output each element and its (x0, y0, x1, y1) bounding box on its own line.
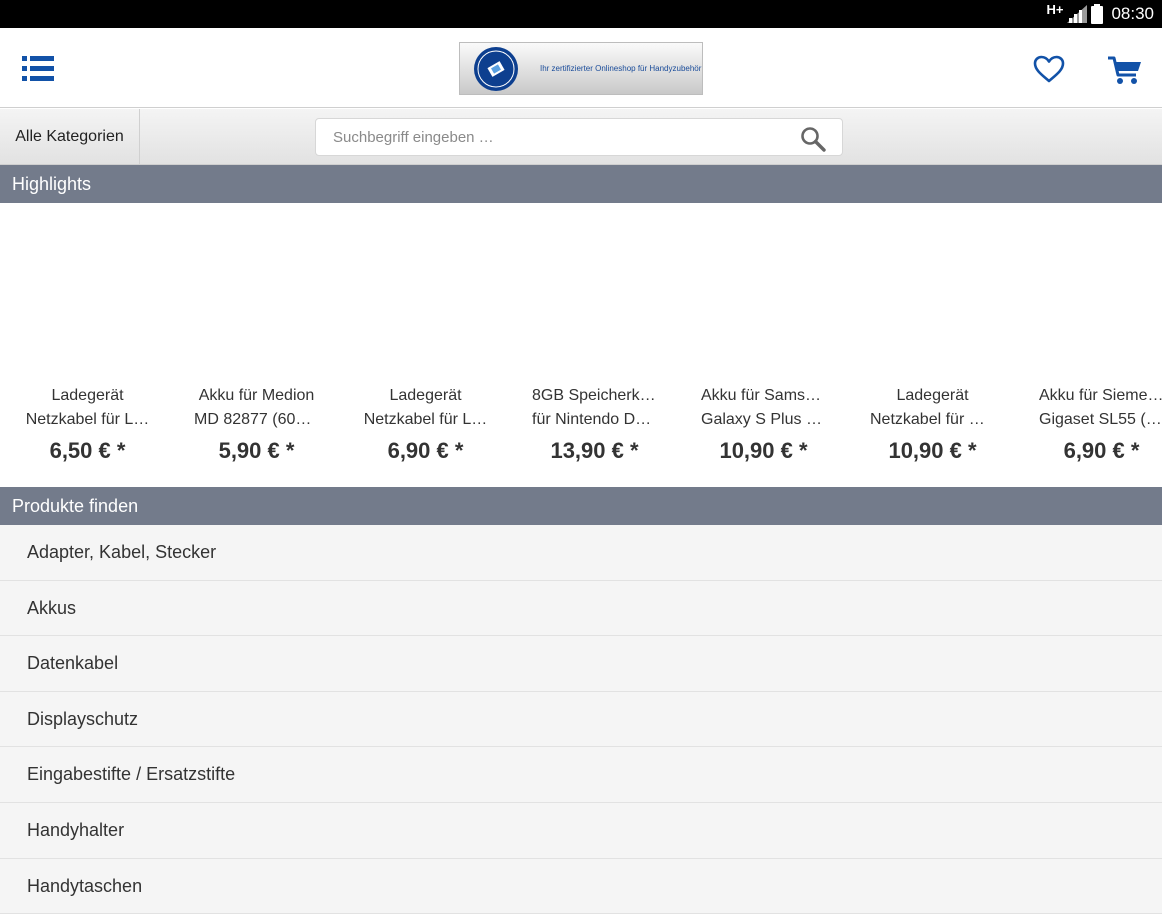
menu-button[interactable] (22, 56, 54, 82)
wishlist-button[interactable] (1032, 54, 1066, 84)
product-card[interactable]: Ladegerät Netzkabel für L… 6,90 € * (341, 203, 510, 487)
search-icon[interactable] (800, 126, 826, 152)
product-price: 10,90 € * (888, 438, 977, 463)
category-item[interactable]: Datenkabel (0, 636, 1162, 692)
category-list: Adapter, Kabel, Stecker Akkus Datenkabel… (0, 525, 1162, 914)
category-item[interactable]: Eingabestifte / Ersatzstifte (0, 747, 1162, 803)
search-input[interactable] (316, 119, 786, 155)
signal-icon (1067, 5, 1088, 23)
category-item[interactable]: Adapter, Kabel, Stecker (0, 525, 1162, 581)
product-title: Ladegerät Netzkabel für So… (870, 387, 1005, 428)
status-bar: H+ 08:30 (0, 0, 1162, 28)
product-card[interactable]: Ladegerät Netzkabel für L… 6,50 € * (3, 203, 172, 487)
logo-tagline: Ihr zertifizierter Onlineshop für Handyz… (540, 64, 703, 73)
shop-logo[interactable]: Ihr zertifizierter Onlineshop für Handyz… (459, 42, 703, 95)
highlights-carousel[interactable]: Ladegerät Netzkabel für L… 6,50 € * Akku… (0, 203, 1162, 487)
heart-icon (1033, 55, 1065, 83)
product-card[interactable]: Akku für Siemens Gigaset SL55 (L… 6,90 €… (1017, 203, 1162, 487)
all-categories-button[interactable]: Alle Kategorien (0, 109, 140, 164)
logo-badge (474, 46, 518, 91)
product-title: Akku für Siemens Gigaset SL55 (L… (1039, 387, 1162, 428)
shopping-cart-icon (1108, 56, 1141, 84)
product-card[interactable]: Akku für Samsung Galaxy S Plus (G… 10,90… (679, 203, 848, 487)
category-item[interactable]: Handytaschen (0, 858, 1162, 914)
product-card[interactable]: Akku für Medion MD 82877 (600… 5,90 € * (172, 203, 341, 487)
product-card[interactable]: 8GB Speicherkarte für Nintendo DS… 13,90… (510, 203, 679, 487)
product-title: Akku für Medion MD 82877 (600… (194, 387, 321, 428)
highlights-header: Highlights (0, 165, 1162, 203)
product-price: 6,90 € * (387, 438, 464, 463)
clock: 08:30 (1111, 4, 1154, 23)
app-header: Ihr zertifizierter Onlineshop für Handyz… (0, 28, 1162, 108)
product-price: 6,90 € * (1063, 438, 1140, 463)
network-type: H+ (1046, 1, 1064, 17)
product-price: 10,90 € * (719, 438, 808, 463)
product-title: 8GB Speicherkarte für Nintendo DS… (532, 387, 668, 428)
logo-emblem-icon (477, 50, 515, 87)
cart-button[interactable] (1107, 54, 1143, 86)
product-title: Akku für Samsung Galaxy S Plus (G… (701, 387, 840, 428)
product-card[interactable]: Ladegerät Netzkabel für So… 10,90 € * (848, 203, 1017, 487)
category-item[interactable]: Displayschutz (0, 691, 1162, 748)
product-title: Ladegerät Netzkabel für L… (25, 387, 150, 428)
product-title: Ladegerät Netzkabel für L… (363, 387, 488, 428)
product-price: 6,50 € * (49, 438, 126, 463)
battery-icon (1091, 4, 1104, 24)
category-item[interactable]: Akkus (0, 580, 1162, 637)
status-indicators: H+ 08:30 (1046, 0, 1154, 28)
product-price: 13,90 € * (550, 438, 639, 463)
category-item[interactable]: Handyhalter (0, 802, 1162, 859)
product-price: 5,90 € * (218, 438, 295, 463)
search-row: Alle Kategorien (0, 109, 1162, 165)
find-products-header: Produkte finden (0, 487, 1162, 525)
list-menu-icon (22, 56, 54, 81)
search-box (315, 118, 843, 156)
